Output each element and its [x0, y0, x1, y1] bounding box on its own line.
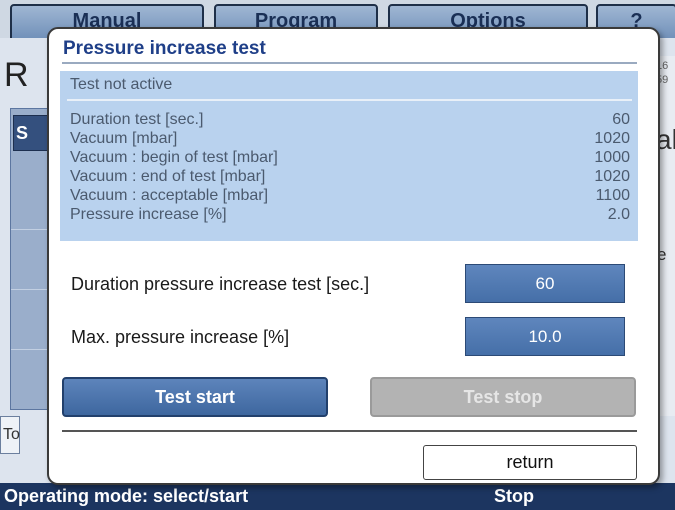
info-divider — [67, 99, 632, 101]
status-stop[interactable]: Stop — [494, 483, 574, 510]
page-title: R — [4, 56, 29, 94]
info-value: 60 — [612, 111, 630, 128]
info-label: Duration test [sec.] — [70, 111, 204, 128]
pressure-increase-test-dialog: Pressure increase test Test not active D… — [47, 27, 660, 485]
return-button[interactable]: return — [423, 445, 637, 480]
test-info-panel: Test not active Duration test [sec.] 60 … — [60, 71, 638, 241]
info-row-vacuum-acceptable: Vacuum : acceptable [mbar] 1100 — [70, 187, 630, 205]
info-label: Vacuum : begin of test [mbar] — [70, 149, 278, 166]
info-label: Pressure increase [%] — [70, 206, 227, 223]
button-divider — [62, 430, 637, 432]
test-stop-button[interactable]: Test stop — [370, 377, 636, 417]
info-label: Vacuum : end of test [mbar] — [70, 168, 266, 185]
status-operating-mode: Operating mode: select/start — [4, 486, 249, 506]
duration-input[interactable]: 60 — [465, 264, 625, 303]
info-row-pressure-increase: Pressure increase [%] 2.0 — [70, 206, 630, 224]
info-value: 1100 — [595, 187, 630, 204]
info-row-duration: Duration test [sec.] 60 — [70, 111, 630, 129]
info-row-vacuum: Vacuum [mbar] 1020 — [70, 130, 630, 148]
info-label: Vacuum : acceptable [mbar] — [70, 187, 269, 204]
title-divider — [62, 62, 637, 64]
test-status: Test not active — [70, 76, 173, 93]
info-value: 1000 — [594, 149, 630, 166]
info-value: 1020 — [594, 130, 630, 147]
info-row-vacuum-begin: Vacuum : begin of test [mbar] 1000 — [70, 149, 630, 167]
info-label: Vacuum [mbar] — [70, 130, 178, 147]
dialog-title: Pressure increase test — [63, 38, 266, 59]
info-value: 1020 — [594, 168, 630, 185]
bottom-left-field[interactable]: To — [0, 416, 20, 454]
test-start-button[interactable]: Test start — [62, 377, 328, 417]
max-pressure-input[interactable]: 10.0 — [465, 317, 625, 356]
info-row-vacuum-end: Vacuum : end of test [mbar] 1020 — [70, 168, 630, 186]
max-pressure-label: Max. pressure increase [%] — [71, 327, 290, 347]
info-value: 2.0 — [607, 206, 630, 223]
duration-label: Duration pressure increase test [sec.] — [71, 274, 370, 294]
